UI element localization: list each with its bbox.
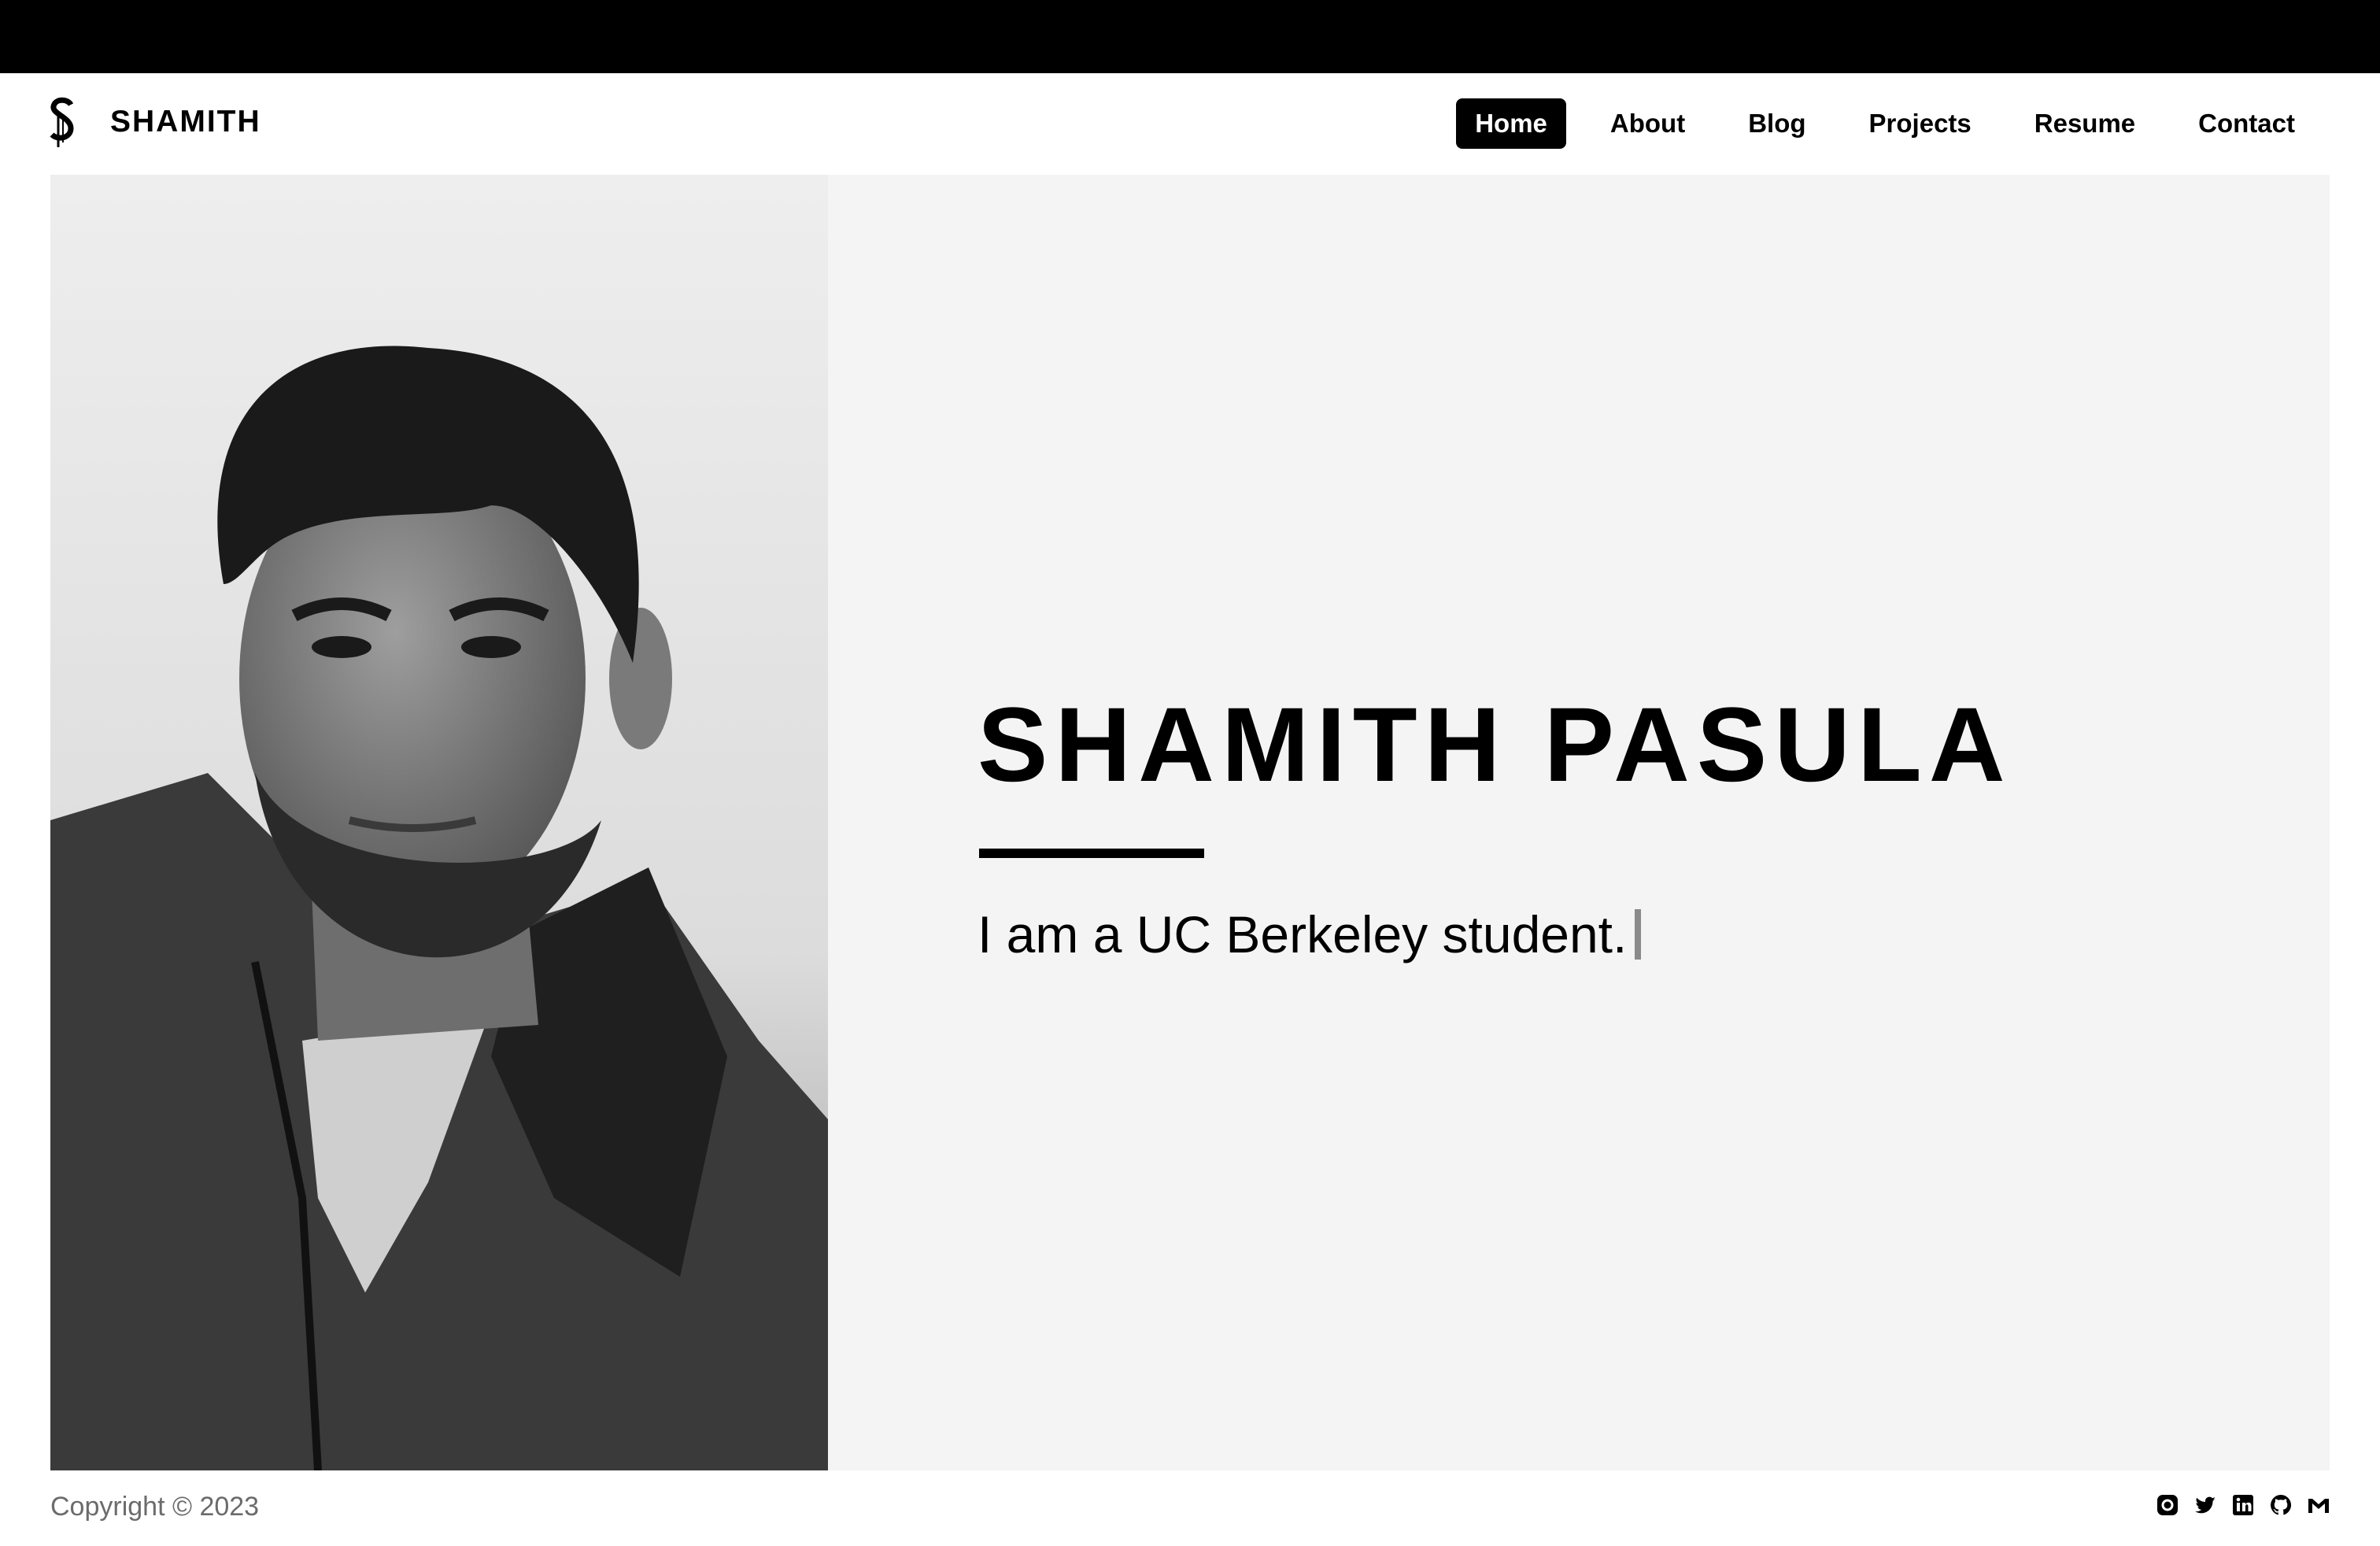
nav-resume[interactable]: Resume [2016, 98, 2154, 149]
site-header: SHAMITH Home About Blog Projects Resume … [0, 73, 2380, 174]
social-links [2142, 1492, 2331, 1518]
nav-projects[interactable]: Projects [1850, 98, 1990, 149]
linkedin-icon[interactable] [2230, 1492, 2256, 1518]
portrait-illustration [50, 175, 828, 1470]
main-nav: Home About Blog Projects Resume Contact [1431, 98, 2314, 149]
instagram-icon[interactable] [2155, 1492, 2180, 1518]
s-monogram-icon [50, 97, 74, 147]
twitter-icon[interactable] [2193, 1492, 2218, 1518]
typing-cursor [1635, 909, 1642, 960]
hero-panel: SHAMITH PASULA I am a UC Berkeley studen… [828, 175, 2330, 1470]
browser-top-bar [0, 0, 2380, 73]
hero-tagline: I am a UC Berkeley student. [978, 899, 1642, 970]
copyright: Copyright © 2023 [50, 1492, 260, 1522]
github-icon[interactable] [2268, 1492, 2293, 1518]
nav-about[interactable]: About [1591, 98, 1704, 149]
hero-tagline-text: I am a UC Berkeley student. [978, 905, 1628, 963]
hero-name: SHAMITH PASULA [978, 686, 2012, 804]
brand-logo[interactable]: SHAMITH [49, 97, 261, 147]
profile-photo [50, 175, 828, 1470]
brand-name: SHAMITH [110, 105, 261, 139]
nav-home[interactable]: Home [1456, 98, 1566, 149]
nav-blog[interactable]: Blog [1729, 98, 1824, 149]
gmail-icon[interactable] [2306, 1492, 2331, 1518]
nav-contact[interactable]: Contact [2179, 98, 2314, 149]
hero-divider [979, 849, 1204, 858]
